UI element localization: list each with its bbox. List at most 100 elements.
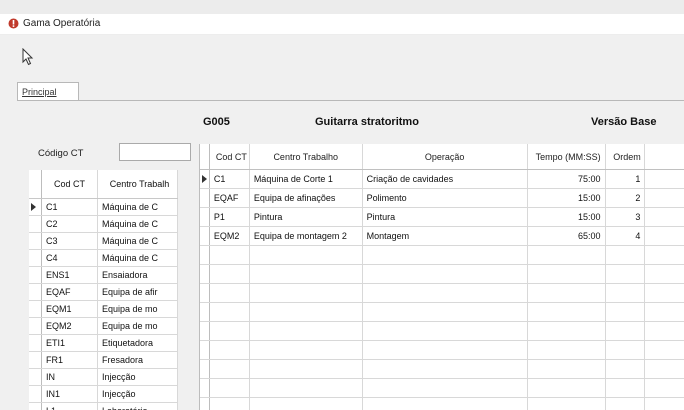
row-indicator[interactable] [29,232,42,250]
empty-cell[interactable] [209,378,250,398]
empty-cell[interactable] [249,397,363,410]
cell-centro-trabalho[interactable]: Máquina de C [97,249,178,267]
row-indicator[interactable] [200,397,210,410]
empty-cell[interactable] [249,359,363,379]
col-header-operacao[interactable]: Operação [362,144,528,170]
empty-row[interactable] [200,359,684,379]
empty-cell[interactable] [362,340,528,360]
cell-centro-trabalho[interactable]: Máquina de C [97,198,178,216]
cell-centro-trabalho[interactable]: Máquina de C [97,215,178,233]
row-indicator[interactable] [200,378,210,398]
cell-centro-trabalho[interactable]: Equipa de mo [97,300,178,318]
cell-cod-ct[interactable]: C4 [41,249,98,267]
cell-cod-ct[interactable]: C1 [41,198,98,216]
empty-cell[interactable] [527,397,606,410]
table-row[interactable]: C4 Máquina de C [29,249,178,267]
col-header-centro-trabalho[interactable]: Centro Trabalho [249,144,363,170]
empty-cell[interactable] [209,359,250,379]
col-header-centro-trabalho[interactable]: Centro Trabalh [97,170,178,199]
empty-cell[interactable] [209,264,250,284]
row-indicator[interactable] [200,302,210,322]
table-row[interactable]: FR1 Fresadora [29,351,178,369]
empty-cell[interactable] [362,283,528,303]
cell-tempo[interactable]: 15:00 [527,207,606,227]
empty-cell[interactable] [249,264,363,284]
table-row[interactable]: EQAF Equipa de afir [29,283,178,301]
empty-cell[interactable] [527,302,606,322]
empty-cell[interactable] [249,302,363,322]
empty-cell[interactable] [249,245,363,265]
empty-cell[interactable] [209,302,250,322]
cell-cod-ct[interactable]: C2 [41,215,98,233]
table-row[interactable]: C2 Máquina de C [29,215,178,233]
cell-cod-ct[interactable]: ETI1 [41,334,98,352]
table-row[interactable]: EQM2 Equipa de mo [29,317,178,335]
row-indicator[interactable] [200,359,210,379]
cell-cod-ct[interactable]: C1 [209,169,250,189]
empty-cell[interactable] [527,378,606,398]
empty-cell[interactable] [605,397,646,410]
row-indicator[interactable] [29,351,42,369]
empty-cell[interactable] [644,378,684,398]
col-header-tempo[interactable]: Tempo (MM:SS) [527,144,606,170]
empty-cell[interactable] [605,302,646,322]
empty-cell[interactable] [605,321,646,341]
cell-cod-ct[interactable]: ENS1 [41,266,98,284]
row-indicator[interactable] [200,188,210,208]
cell-ordem[interactable]: 4 [605,226,646,246]
cell-cod-ct[interactable]: FR1 [41,351,98,369]
empty-cell[interactable] [249,321,363,341]
table-row[interactable]: EQM1 Equipa de mo [29,300,178,318]
tab-principal[interactable]: Principal [17,82,79,100]
empty-row[interactable] [200,340,684,360]
cell-cod-ct[interactable]: EQM2 [41,317,98,335]
empty-row[interactable] [200,264,684,284]
cell-cod-ct[interactable]: P1 [209,207,250,227]
empty-cell[interactable] [605,245,646,265]
empty-cell[interactable] [209,283,250,303]
empty-cell[interactable] [644,245,684,265]
empty-cell[interactable] [644,283,684,303]
cell-centro-trabalho[interactable]: Equipa de mo [97,317,178,335]
table-row[interactable]: IN Injecção [29,368,178,386]
cell-cod-ct[interactable]: L1 [41,402,98,410]
row-indicator[interactable] [200,264,210,284]
empty-cell[interactable] [605,340,646,360]
empty-cell[interactable] [249,283,363,303]
row-indicator[interactable] [200,226,210,246]
cell-cod-ct[interactable]: C3 [41,232,98,250]
cell-cod-ct[interactable]: EQM2 [209,226,250,246]
cell-centro-trabalho[interactable]: Ensaiadora [97,266,178,284]
row-indicator[interactable] [200,283,210,303]
empty-cell[interactable] [527,264,606,284]
table-row[interactable]: C1 Máquina de Corte 1 Criação de cavidades… [200,169,684,189]
cell-ordem[interactable]: 3 [605,207,646,227]
row-indicator[interactable] [29,283,42,301]
operations-grid[interactable]: Cod CT Centro Trabalho Operação Tempo (M… [199,144,684,410]
empty-cell[interactable] [644,359,684,379]
empty-cell[interactable] [527,245,606,265]
empty-cell[interactable] [362,378,528,398]
empty-cell[interactable] [362,245,528,265]
cell-cod-ct[interactable]: IN1 [41,385,98,403]
empty-cell[interactable] [605,378,646,398]
empty-cell[interactable] [209,245,250,265]
cell-centro-trabalho[interactable]: Pintura [249,207,363,227]
row-indicator[interactable] [29,385,42,403]
row-indicator[interactable] [200,321,210,341]
row-indicator[interactable] [200,340,210,360]
empty-cell[interactable] [527,340,606,360]
empty-cell[interactable] [209,340,250,360]
cell-centro-trabalho[interactable]: Equipa de afir [97,283,178,301]
cell-ordem[interactable]: 1 [605,169,646,189]
table-row[interactable]: C3 Máquina de C [29,232,178,250]
table-row[interactable]: ETI1 Etiquetadora [29,334,178,352]
empty-row[interactable] [200,302,684,322]
cell-cod-ct[interactable]: EQM1 [41,300,98,318]
col-header-cod-ct[interactable]: Cod CT [209,144,250,170]
row-indicator[interactable] [200,245,210,265]
empty-cell[interactable] [527,321,606,341]
cell-centro-trabalho[interactable]: Máquina de C [97,232,178,250]
work-center-list[interactable]: Cod CT Centro Trabalh C1 Máquina de C C2 Má… [29,170,191,410]
cell-cod-ct[interactable]: EQAF [209,188,250,208]
